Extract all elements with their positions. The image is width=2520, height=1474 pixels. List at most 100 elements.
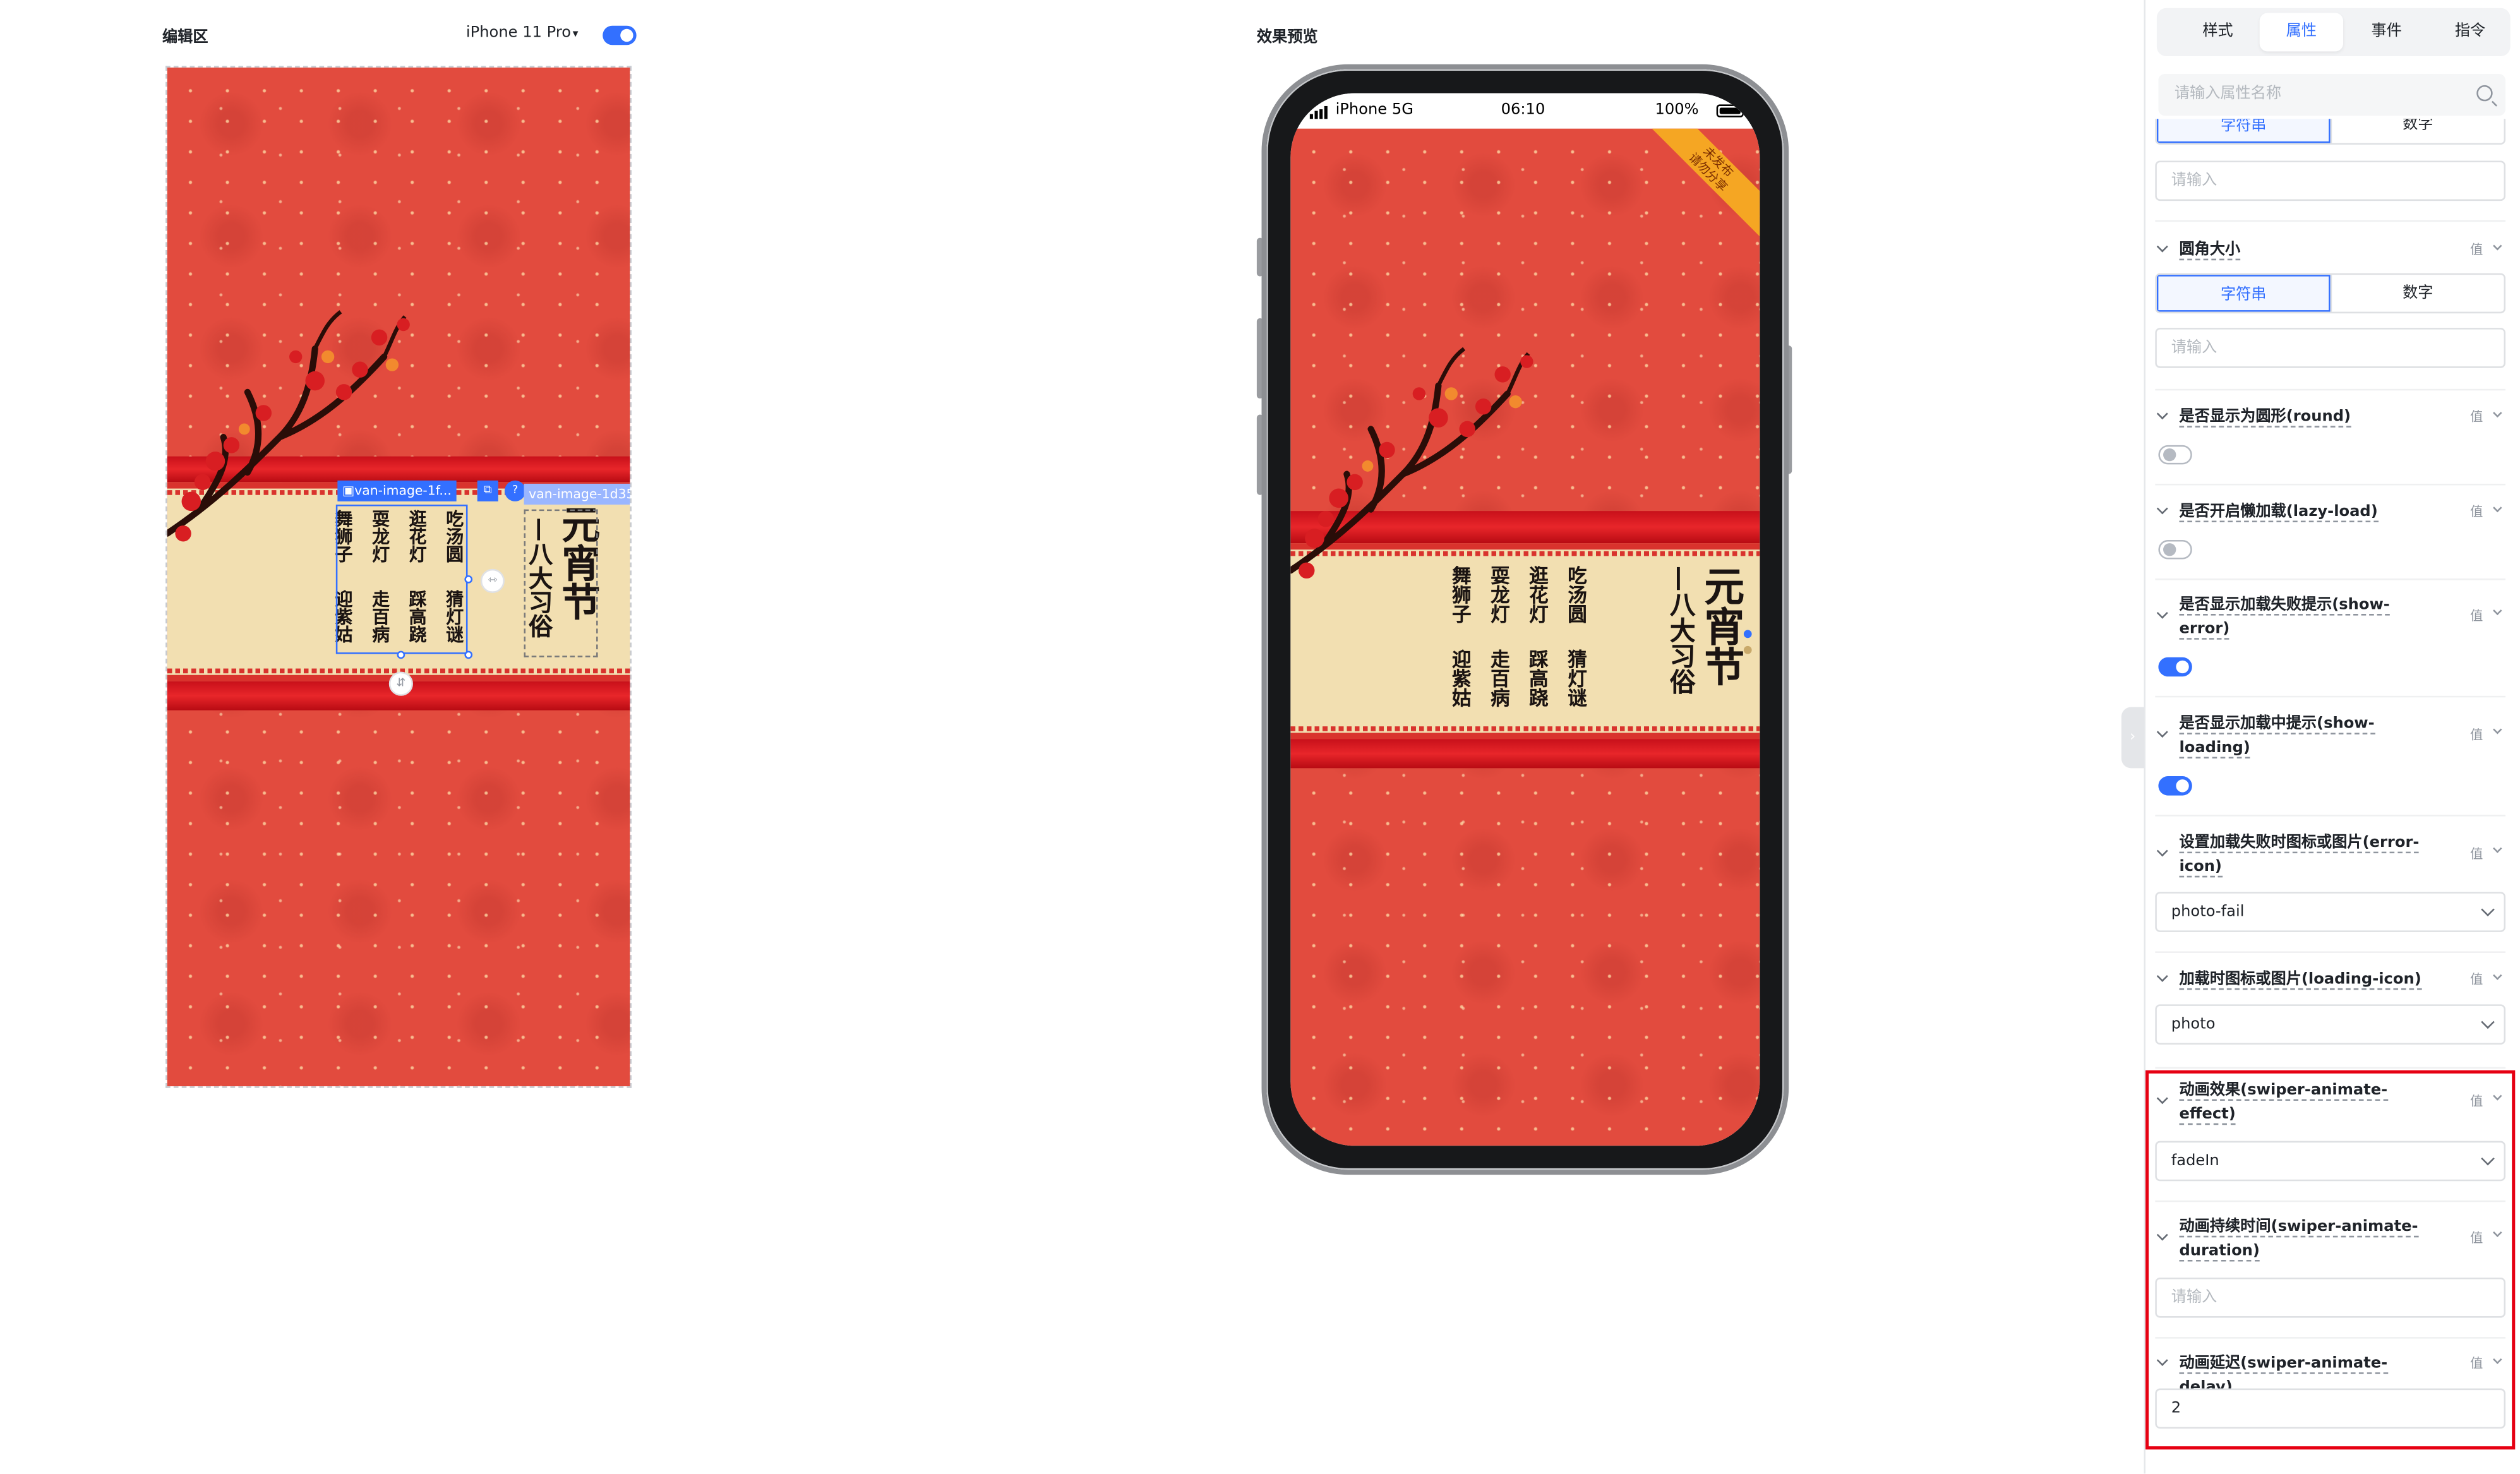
chevron-down-icon[interactable]	[2493, 503, 2502, 513]
showloading-toggle[interactable]	[2158, 776, 2192, 796]
poem-column: 逛花灯	[1527, 565, 1549, 624]
unpublished-ribbon: 未发布 请勿分享	[1647, 128, 1760, 241]
divider	[2155, 695, 2506, 698]
copy-icon[interactable]: ⧉	[477, 480, 498, 501]
showerror-toggle[interactable]	[2158, 657, 2192, 677]
tab-directives[interactable]: 指令	[2428, 13, 2512, 51]
poem-column: 走百病	[1488, 649, 1511, 707]
segment-number[interactable]: 数字	[2330, 119, 2504, 143]
plum-branch-image	[1290, 347, 1533, 579]
hover-element-outline	[524, 509, 598, 657]
divider	[2155, 388, 2506, 391]
segment-number[interactable]: 数字	[2330, 275, 2504, 312]
carrier-text: iPhone 5G	[1335, 101, 1413, 119]
poem-column: 舞狮子	[1449, 565, 1472, 624]
chevron-down-icon: ▾	[572, 27, 579, 40]
indicator-dot[interactable]	[1743, 645, 1752, 654]
round-toggle[interactable]	[2158, 445, 2192, 465]
selected-element-label-text: van-image-1f...	[354, 483, 452, 498]
divider	[2155, 1067, 2506, 1069]
segment-string[interactable]: 字符串	[2156, 275, 2331, 312]
drag-handle-icon[interactable]: ⇿	[480, 568, 505, 593]
select-value: photo	[2171, 1016, 2216, 1034]
loadingicon-select[interactable]: photo	[2155, 1004, 2506, 1045]
resize-handle[interactable]	[397, 650, 405, 659]
lazyload-toggle[interactable]	[2158, 539, 2192, 560]
value-mode-label[interactable]: 值	[2470, 726, 2483, 744]
ribbon-text: 未发布 请勿分享	[1647, 128, 1760, 241]
divider	[2155, 951, 2506, 953]
chevron-down-icon	[2156, 845, 2168, 857]
divider	[2155, 483, 2506, 486]
chevron-down-icon[interactable]	[2493, 971, 2502, 980]
divider	[2155, 815, 2506, 817]
prop-value-input[interactable]: 请输入	[2155, 160, 2506, 201]
time-text: 06:10	[1501, 101, 1545, 119]
search-icon[interactable]	[2476, 85, 2493, 102]
indicator-dot[interactable]	[1743, 630, 1752, 638]
poem-column: 吃汤圆	[1565, 565, 1588, 624]
prop-search-input[interactable]: 请输入属性名称	[2158, 74, 2506, 116]
chevron-down-icon	[2481, 902, 2495, 917]
title-text: 元宵节	[1698, 565, 1746, 686]
value-mode-label[interactable]: 值	[2470, 503, 2483, 520]
highlight-annotation-box	[2145, 1070, 2516, 1450]
chevron-down-icon[interactable]	[2493, 606, 2502, 616]
chevron-down-icon	[2156, 408, 2168, 420]
panel-tabs: 样式 属性 事件 指令	[2156, 8, 2512, 57]
search-placeholder: 请输入属性名称	[2174, 85, 2282, 103]
poem-column: 踩高跷	[1527, 649, 1549, 707]
device-select-value: iPhone 11 Pro	[465, 24, 572, 42]
type-segment[interactable]: 字符串 数字	[2155, 273, 2506, 314]
select-value: photo-fail	[2171, 903, 2245, 921]
prop-label: 加载时图标或图片(loading-icon)	[2179, 968, 2423, 992]
resize-handle[interactable]	[464, 650, 473, 659]
prop-label: 是否显示为圆形(round)	[2179, 405, 2423, 429]
chevron-down-icon[interactable]	[2493, 408, 2502, 418]
selected-element-label[interactable]: ▣van-image-1f...	[337, 480, 457, 501]
prop-label: 是否显示加载失败提示(show-error)	[2179, 593, 2423, 641]
prop-label: 圆角大小	[2179, 238, 2423, 262]
device-select[interactable]: iPhone 11 Pro ▾	[466, 24, 579, 42]
tab-props[interactable]: 属性	[2259, 13, 2344, 52]
divider	[2155, 578, 2506, 580]
value-mode-label[interactable]: 值	[2470, 845, 2483, 863]
value-mode-label[interactable]: 值	[2470, 241, 2483, 259]
chevron-down-icon[interactable]	[2493, 844, 2502, 853]
erroricon-select[interactable]: photo-fail	[2155, 892, 2506, 932]
banner-bottom-band	[1290, 739, 1760, 769]
preview-title: 效果预览	[1256, 28, 1318, 47]
help-icon[interactable]: ?	[505, 480, 526, 501]
selected-element-outline[interactable]	[335, 505, 468, 654]
panel-collapse-handle[interactable]: ›	[2121, 707, 2144, 769]
chevron-down-icon[interactable]	[2493, 241, 2502, 251]
chevron-down-icon	[2156, 970, 2168, 982]
tab-events[interactable]: 事件	[2345, 13, 2428, 51]
signal-icon	[1309, 105, 1331, 119]
type-segment[interactable]: 字符串 数字	[2155, 119, 2506, 145]
hover-element-label: van-image-1d356	[524, 483, 630, 505]
editor-canvas[interactable]: 吃汤圆 逛花灯 耍龙灯 舞狮子 猜灯谜 踩高跷 走百病 迎紫姑 —八大习俗 元宵节 ▣van-…	[165, 66, 632, 1088]
editor-title: 编辑区	[162, 28, 208, 47]
tab-style[interactable]: 样式	[2176, 13, 2259, 51]
prop-label: 是否开启懒加载(lazy-load)	[2179, 500, 2423, 524]
drag-handle-icon[interactable]: ⇵	[388, 671, 413, 696]
preview-page[interactable]: 吃汤圆 逛花灯 耍龙灯 舞狮子 猜灯谜 踩高跷 走百病 迎紫姑 —八大习俗 元宵节 未发布 请…	[1290, 128, 1760, 1146]
swiper-indicator[interactable]	[1743, 630, 1752, 662]
chevron-down-icon	[2156, 726, 2168, 738]
value-mode-label[interactable]: 值	[2470, 408, 2483, 426]
battery-icon	[1716, 104, 1744, 117]
value-mode-label[interactable]: 值	[2470, 971, 2483, 988]
resize-handle[interactable]	[464, 575, 473, 584]
poem-column: 猜灯谜	[1565, 649, 1588, 707]
editor-toggle[interactable]	[603, 25, 637, 45]
radius-input[interactable]: 请输入	[2155, 328, 2506, 368]
segment-string[interactable]: 字符串	[2156, 119, 2331, 143]
chevron-down-icon	[2156, 607, 2168, 619]
value-mode-label[interactable]: 值	[2470, 608, 2483, 625]
status-bar: iPhone 5G 06:10 100%	[1290, 93, 1760, 129]
poem-column: 迎紫姑	[1449, 649, 1472, 707]
chevron-down-icon	[2156, 241, 2168, 253]
phone-screen[interactable]: iPhone 5G 06:10 100% 吃汤圆 逛花灯 耍龙灯 舞狮子 猜灯谜…	[1290, 93, 1760, 1146]
chevron-down-icon[interactable]	[2493, 725, 2502, 734]
